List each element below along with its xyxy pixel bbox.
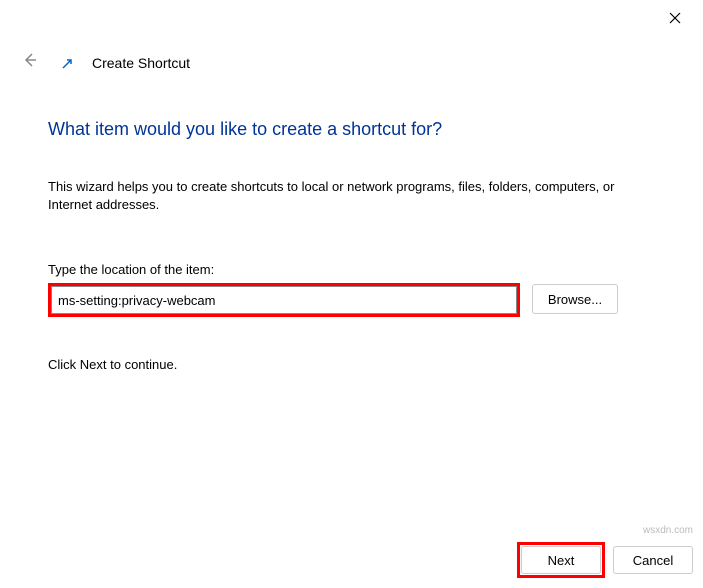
input-row: Browse... xyxy=(48,283,655,317)
back-button[interactable] xyxy=(18,48,42,77)
next-button[interactable]: Next xyxy=(521,546,601,574)
header-row: Create Shortcut xyxy=(0,36,703,89)
browse-button[interactable]: Browse... xyxy=(532,284,618,314)
description-text: This wizard helps you to create shortcut… xyxy=(48,178,655,214)
location-input[interactable] xyxy=(51,286,517,314)
location-input-highlight xyxy=(48,283,520,317)
shortcut-icon xyxy=(60,56,74,70)
next-button-highlight: Next xyxy=(517,542,605,578)
footer-buttons: Next Cancel xyxy=(517,542,693,578)
close-icon xyxy=(669,12,681,24)
cancel-button[interactable]: Cancel xyxy=(613,546,693,574)
content-area: What item would you like to create a sho… xyxy=(0,89,703,372)
wizard-title: Create Shortcut xyxy=(92,55,190,71)
main-heading: What item would you like to create a sho… xyxy=(48,119,655,140)
close-button[interactable] xyxy=(657,4,693,32)
titlebar xyxy=(0,0,703,36)
watermark: wsxdn.com xyxy=(643,525,693,536)
location-input-label: Type the location of the item: xyxy=(48,262,655,277)
back-arrow-icon xyxy=(22,52,38,68)
continue-text: Click Next to continue. xyxy=(48,357,655,372)
